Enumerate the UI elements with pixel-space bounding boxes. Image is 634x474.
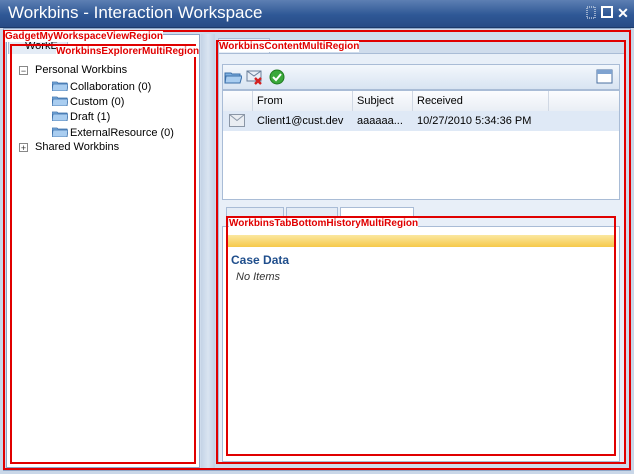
restore-icon[interactable] — [584, 6, 598, 20]
region-label-gadget: GadgetMyWorkspaceViewRegion — [5, 31, 164, 42]
close-icon[interactable]: ✕ — [616, 6, 630, 20]
region-label-explorer: WorkbinsExplorerMultiRegion — [56, 46, 200, 57]
region-label-history: WorkbinsTabBottomHistoryMultiRegion — [229, 218, 419, 229]
region-label-content: WorkbinsContentMultiRegion — [219, 41, 360, 52]
window-title: Workbins - Interaction Workspace — [8, 3, 263, 22]
maximize-icon[interactable] — [600, 6, 614, 20]
region-outline-history — [226, 216, 616, 456]
region-outline-explorer — [10, 44, 196, 464]
